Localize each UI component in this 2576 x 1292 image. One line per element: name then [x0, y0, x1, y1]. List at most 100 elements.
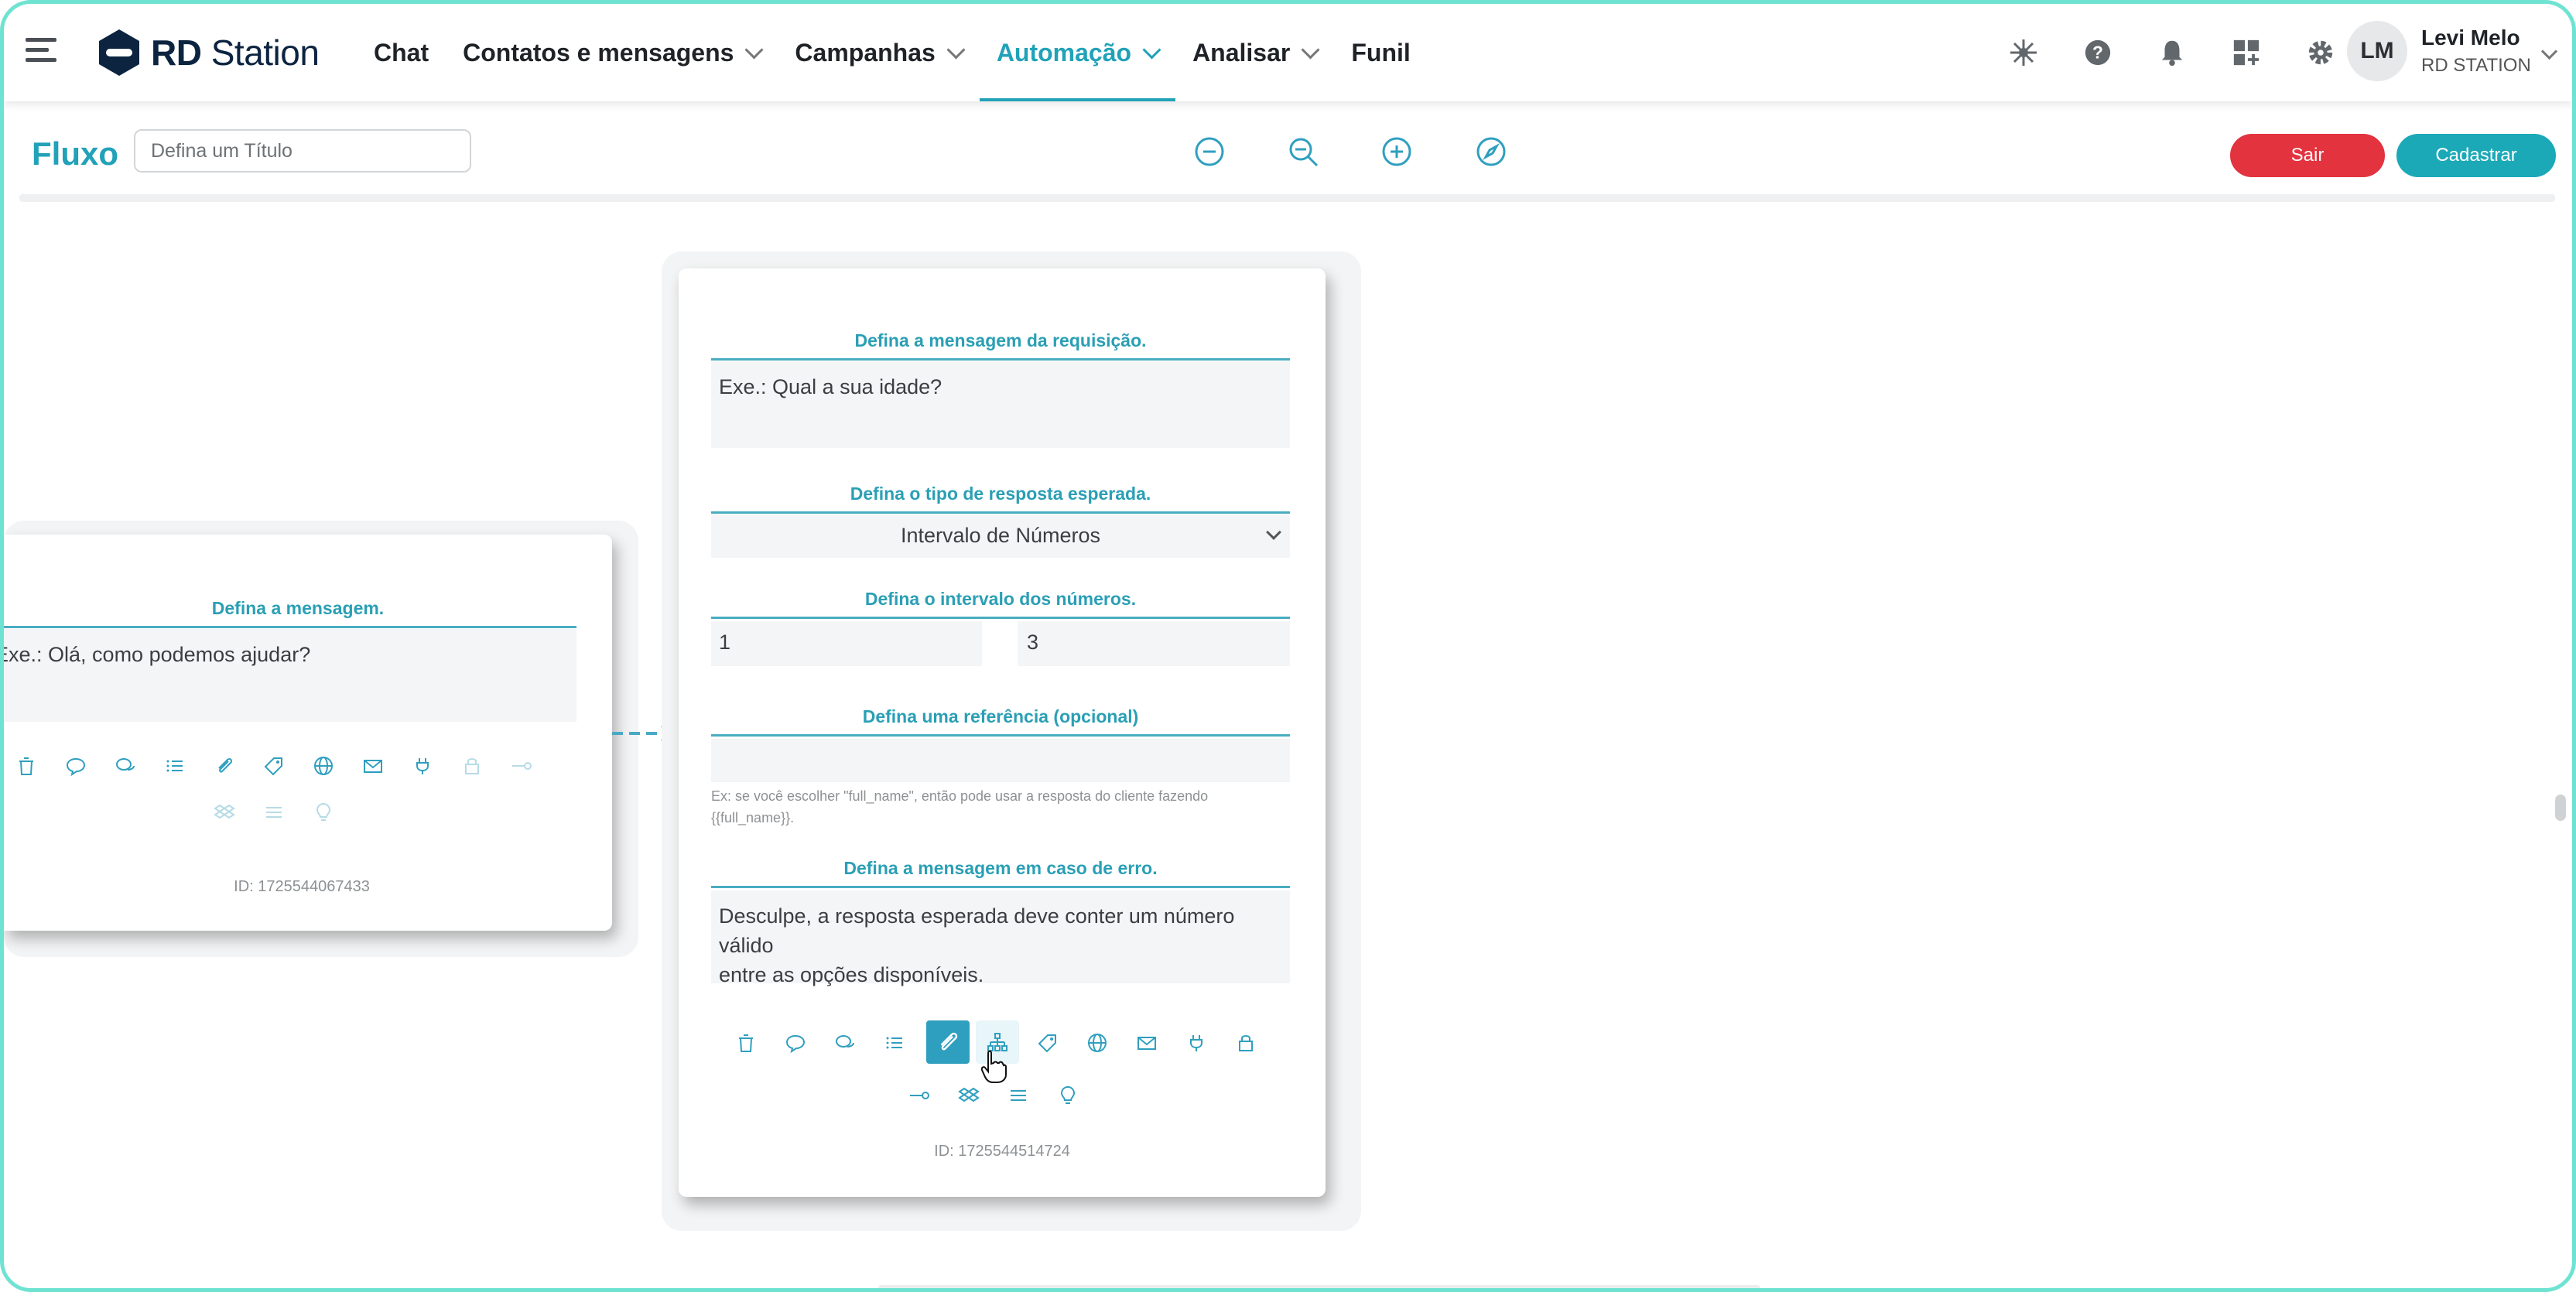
zoom-in-icon[interactable] [1380, 135, 1413, 168]
nav-automacao-label: Automação [996, 38, 1132, 67]
speech-bubble-icon[interactable] [782, 1030, 809, 1056]
error-title-underline [711, 886, 1290, 888]
menu-lines-icon[interactable] [1005, 1082, 1031, 1109]
response-type-select[interactable]: Intervalo de Números [711, 514, 1290, 558]
nav-campanhas[interactable]: Campanhas [778, 4, 979, 101]
main-nav: Chat Contatos e mensagens Campanhas Auto… [357, 4, 1428, 101]
envelope-icon[interactable] [1134, 1030, 1160, 1056]
error-title: Defina a mensagem em caso de erro. [843, 858, 1158, 878]
trash-icon[interactable] [13, 753, 39, 779]
trash-icon[interactable] [733, 1030, 759, 1056]
nav-campanhas-label: Campanhas [795, 38, 936, 67]
globe-icon[interactable] [310, 753, 337, 779]
chevron-down-icon[interactable] [2540, 43, 2558, 60]
response-type-underline [711, 511, 1290, 514]
speech-bubble-icon[interactable] [63, 753, 89, 779]
paperclip-icon[interactable] [211, 753, 238, 779]
lock-icon[interactable] [459, 753, 485, 779]
response-type-title: Defina o tipo de resposta esperada. [850, 484, 1151, 504]
dropbox-icon[interactable] [211, 799, 238, 825]
range-min-value: 1 [719, 631, 731, 654]
zoom-out-icon[interactable] [1287, 135, 1319, 168]
lightbulb-icon[interactable] [1055, 1082, 1081, 1109]
chevron-down-icon [946, 39, 966, 60]
chat-bubbles-icon[interactable] [112, 753, 139, 779]
error-message-field[interactable]: Desculpe, a resposta esperada deve conte… [711, 890, 1290, 986]
card-id: ID: 1725544514724 [934, 1143, 1070, 1160]
apps-add-icon[interactable] [2227, 33, 2266, 72]
app-window: RD Station Chat Contatos e mensagens Cam… [0, 0, 2576, 1292]
tag-icon[interactable] [261, 753, 287, 779]
register-button[interactable]: Cadastrar [2396, 134, 2556, 177]
redirect-icon[interactable] [906, 1082, 932, 1109]
nav-automacao[interactable]: Automação [979, 4, 1176, 101]
toolbar-divider [19, 194, 2555, 202]
user-info: Levi Melo RD STATION [2421, 26, 2531, 77]
menu-icon[interactable] [26, 38, 56, 66]
reference-title-underline [711, 734, 1290, 737]
lightbulb-icon[interactable] [310, 799, 337, 825]
logo[interactable]: RD Station [97, 27, 320, 78]
bell-icon[interactable] [2153, 33, 2191, 72]
user-org: RD STATION [2421, 55, 2531, 76]
header-icons: ? [1969, 33, 2340, 72]
chevron-down-icon [1266, 525, 1281, 540]
vertical-scrollbar[interactable] [2555, 795, 2566, 821]
svg-text:?: ? [2092, 43, 2103, 63]
message-card[interactable]: Defina a mensagem. Exe.: Olá, como podem… [4, 535, 612, 931]
compass-icon[interactable] [1475, 135, 1507, 168]
lock-icon[interactable] [1233, 1030, 1259, 1056]
exit-button[interactable]: Sair [2230, 134, 2385, 177]
list-icon[interactable] [881, 1030, 908, 1056]
nav-funil[interactable]: Funil [1334, 4, 1427, 101]
request-message-field[interactable]: Exe.: Qual a sua idade? [711, 361, 1290, 448]
error-message-line1: Desculpe, a resposta esperada deve conte… [719, 904, 1235, 957]
zoom-reset-icon[interactable] [1193, 135, 1226, 168]
gear-icon[interactable] [2301, 33, 2340, 72]
message-placeholder: Exe.: Olá, como podemos ajudar? [0, 643, 311, 666]
list-icon[interactable] [162, 753, 188, 779]
dropbox-icon[interactable] [956, 1082, 982, 1109]
range-title-underline [711, 617, 1290, 619]
response-type-value: Intervalo de Números [900, 524, 1101, 547]
message-field[interactable]: Exe.: Olá, como podemos ajudar? [4, 629, 576, 722]
nav-chat[interactable]: Chat [357, 4, 446, 101]
range-max-input[interactable]: 3 [1018, 621, 1290, 666]
user-name: Levi Melo [2421, 26, 2520, 50]
menu-lines-icon[interactable] [261, 799, 287, 825]
chevron-down-icon [1142, 39, 1161, 60]
chat-bubbles-icon[interactable] [832, 1030, 858, 1056]
top-navigation: RD Station Chat Contatos e mensagens Cam… [4, 4, 2572, 101]
nav-contatos-label: Contatos e mensagens [463, 38, 734, 67]
reference-hint: Ex: se você escolher "full_name", então … [711, 785, 1299, 829]
user-menu[interactable]: LM Levi Melo RD STATION [2347, 21, 2531, 81]
globe-icon[interactable] [1084, 1030, 1110, 1056]
request-title-underline [711, 358, 1290, 361]
nav-analisar[interactable]: Analisar [1175, 4, 1334, 101]
error-message-line2: entre as opções disponíveis. [719, 963, 984, 986]
range-max-value: 3 [1027, 631, 1039, 654]
reference-hint-line1: Ex: se você escolher "full_name", então … [711, 788, 1209, 804]
flow-title-input[interactable] [134, 129, 471, 173]
avatar: LM [2347, 21, 2407, 81]
page-title: Fluxo [32, 135, 118, 172]
nav-analisar-label: Analisar [1192, 38, 1291, 67]
integrations-icon[interactable] [2004, 33, 2043, 72]
horizontal-scrollbar[interactable] [878, 1285, 1760, 1288]
nav-contatos[interactable]: Contatos e mensagens [446, 4, 778, 101]
tag-icon[interactable] [1035, 1030, 1061, 1056]
plug-icon[interactable] [409, 753, 436, 779]
range-min-input[interactable]: 1 [711, 621, 982, 666]
plug-icon[interactable] [1183, 1030, 1209, 1056]
logo-mark-icon [99, 29, 139, 76]
request-placeholder: Exe.: Qual a sua idade? [719, 375, 942, 398]
range-title: Defina o intervalo dos números. [864, 589, 1137, 609]
help-icon[interactable]: ? [2078, 33, 2117, 72]
message-title-underline [4, 626, 576, 628]
reference-input[interactable] [711, 739, 1290, 782]
paperclip-icon[interactable] [926, 1020, 970, 1064]
redirect-icon[interactable] [508, 753, 535, 779]
chevron-down-icon [1301, 39, 1320, 60]
chevron-down-icon [744, 39, 764, 60]
envelope-icon[interactable] [360, 753, 386, 779]
